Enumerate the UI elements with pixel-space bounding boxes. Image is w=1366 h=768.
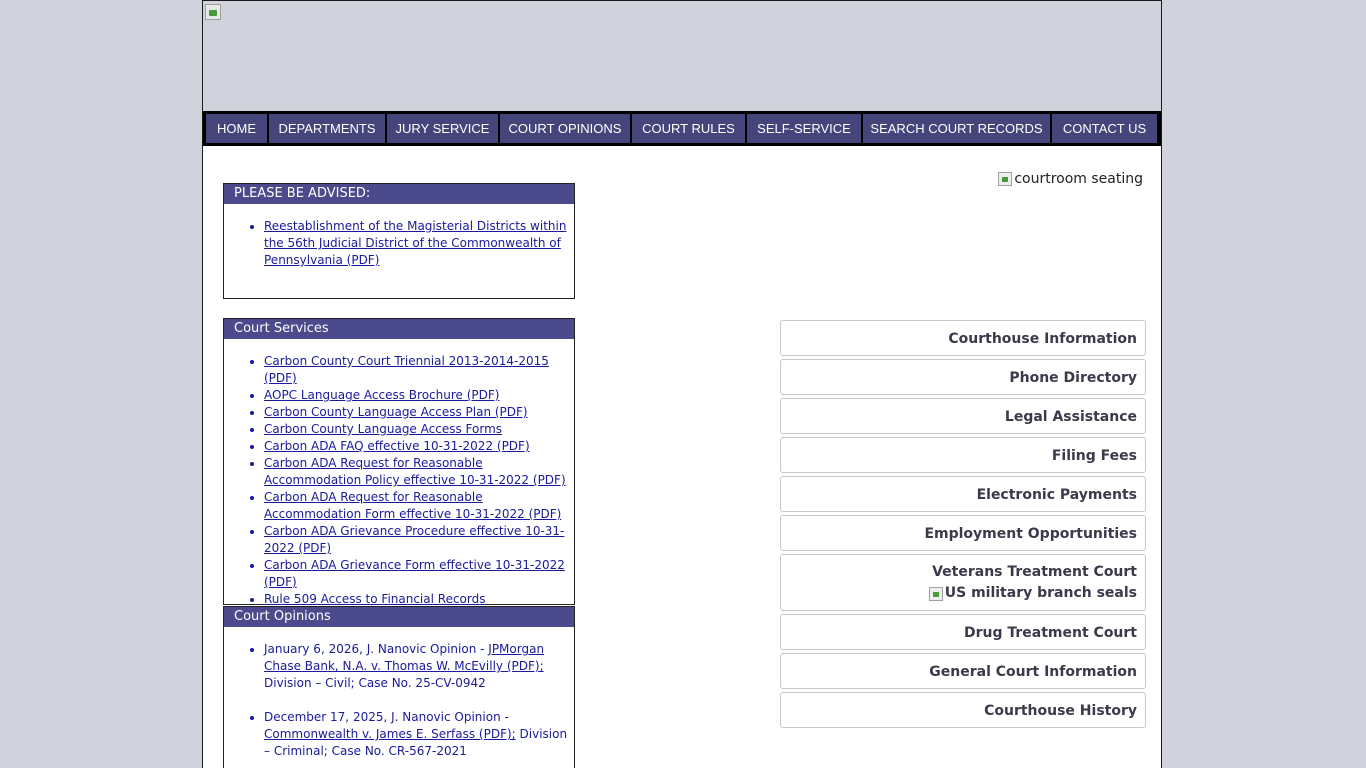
- opinion-date: December 17, 2025, J. Nanovic Opinion -: [264, 710, 509, 724]
- quicklink-filing-fees[interactable]: Filing Fees: [780, 437, 1146, 473]
- advisory-title: PLEASE BE ADVISED:: [224, 184, 574, 204]
- list-item: AOPC Language Access Brochure (PDF): [264, 387, 574, 404]
- list-item: January 6, 2026, J. Nanovic Opinion - JP…: [264, 641, 574, 692]
- advisory-list: Reestablishment of the Magisterial Distr…: [224, 204, 574, 269]
- list-item: Carbon ADA Request for Reasonable Accomm…: [264, 455, 574, 489]
- court-opinions-title: Court Opinions: [224, 607, 574, 627]
- list-item: Carbon County Language Access Plan (PDF): [264, 404, 574, 421]
- court-opinions-box: Court Opinions January 6, 2026, J. Nanov…: [223, 606, 575, 768]
- advisory-box: PLEASE BE ADVISED: Reestablishment of th…: [223, 183, 575, 299]
- quicklink-general-court-information[interactable]: General Court Information: [780, 653, 1146, 689]
- quicklink-label: Veterans Treatment Court: [932, 564, 1137, 580]
- list-item: Carbon County Court Triennial 2013-2014-…: [264, 353, 574, 387]
- service-link[interactable]: Carbon County Language Access Plan (PDF): [264, 405, 528, 419]
- military-seals-alt: US military branch seals: [944, 585, 1137, 601]
- broken-image-icon: [928, 586, 943, 601]
- court-services-box: Court Services Carbon County Court Trien…: [223, 318, 575, 608]
- service-link[interactable]: Carbon ADA Request for Reasonable Accomm…: [264, 456, 566, 487]
- nav-search-court-records[interactable]: SEARCH COURT RECORDS: [863, 114, 1050, 143]
- advisory-link[interactable]: Reestablishment of the Magisterial Distr…: [264, 219, 566, 267]
- opinion-details: Division – Civil; Case No. 25-CV-0942: [264, 676, 486, 690]
- main-nav: HOME DEPARTMENTS JURY SERVICE COURT OPIN…: [203, 111, 1161, 146]
- service-link[interactable]: Carbon County Court Triennial 2013-2014-…: [264, 354, 549, 385]
- nav-home[interactable]: HOME: [206, 114, 267, 143]
- list-item: Carbon ADA Request for Reasonable Accomm…: [264, 489, 574, 523]
- broken-banner-image-icon: [205, 4, 221, 20]
- nav-departments[interactable]: DEPARTMENTS: [269, 114, 385, 143]
- nav-court-rules[interactable]: COURT RULES: [632, 114, 745, 143]
- service-link[interactable]: Carbon ADA Grievance Procedure effective…: [264, 524, 564, 555]
- opinion-link[interactable]: Commonwealth v. James E. Serfass (PDF);: [264, 727, 516, 741]
- list-item: Carbon ADA Grievance Procedure effective…: [264, 523, 574, 557]
- service-link[interactable]: Rule 509 Access to Financial Records: [264, 592, 485, 606]
- court-services-title: Court Services: [224, 319, 574, 339]
- quick-links: Courthouse Information Phone Directory L…: [780, 320, 1146, 731]
- service-link[interactable]: Carbon ADA FAQ effective 10-31-2022 (PDF…: [264, 439, 530, 453]
- nav-jury-service[interactable]: JURY SERVICE: [387, 114, 498, 143]
- header-banner: [203, 1, 1161, 111]
- service-link[interactable]: Carbon ADA Request for Reasonable Accomm…: [264, 490, 561, 521]
- quicklink-courthouse-information[interactable]: Courthouse Information: [780, 320, 1146, 356]
- quicklink-drug-treatment-court[interactable]: Drug Treatment Court: [780, 614, 1146, 650]
- nav-contact-us[interactable]: CONTACT US: [1052, 114, 1157, 143]
- quicklink-employment-opportunities[interactable]: Employment Opportunities: [780, 515, 1146, 551]
- service-link[interactable]: AOPC Language Access Brochure (PDF): [264, 388, 499, 402]
- list-item: December 17, 2025, J. Nanovic Opinion - …: [264, 709, 574, 760]
- page-container: HOME DEPARTMENTS JURY SERVICE COURT OPIN…: [202, 0, 1162, 768]
- court-opinions-list: January 6, 2026, J. Nanovic Opinion - JP…: [224, 627, 574, 760]
- list-item: Carbon County Language Access Forms: [264, 421, 574, 438]
- quicklink-courthouse-history[interactable]: Courthouse History: [780, 692, 1146, 728]
- court-services-list: Carbon County Court Triennial 2013-2014-…: [224, 339, 574, 608]
- nav-self-service[interactable]: SELF-SERVICE: [747, 114, 861, 143]
- service-link[interactable]: Carbon ADA Grievance Form effective 10-3…: [264, 558, 565, 589]
- courtroom-image-alt: courtroom seating: [1014, 171, 1143, 187]
- nav-court-opinions[interactable]: COURT OPINIONS: [500, 114, 630, 143]
- quicklink-veterans-treatment-court[interactable]: Veterans Treatment Court US military bra…: [780, 554, 1146, 611]
- list-item: Carbon ADA FAQ effective 10-31-2022 (PDF…: [264, 438, 574, 455]
- service-link[interactable]: Carbon County Language Access Forms: [264, 422, 502, 436]
- list-item: Carbon ADA Grievance Form effective 10-3…: [264, 557, 574, 591]
- broken-image-icon: [998, 172, 1013, 186]
- military-seals-image: US military branch seals: [789, 583, 1137, 604]
- quicklink-legal-assistance[interactable]: Legal Assistance: [780, 398, 1146, 434]
- courtroom-image: courtroom seating: [998, 171, 1143, 187]
- opinion-date: January 6, 2026, J. Nanovic Opinion -: [264, 642, 489, 656]
- quicklink-electronic-payments[interactable]: Electronic Payments: [780, 476, 1146, 512]
- quicklink-phone-directory[interactable]: Phone Directory: [780, 359, 1146, 395]
- list-item: Reestablishment of the Magisterial Distr…: [264, 218, 574, 269]
